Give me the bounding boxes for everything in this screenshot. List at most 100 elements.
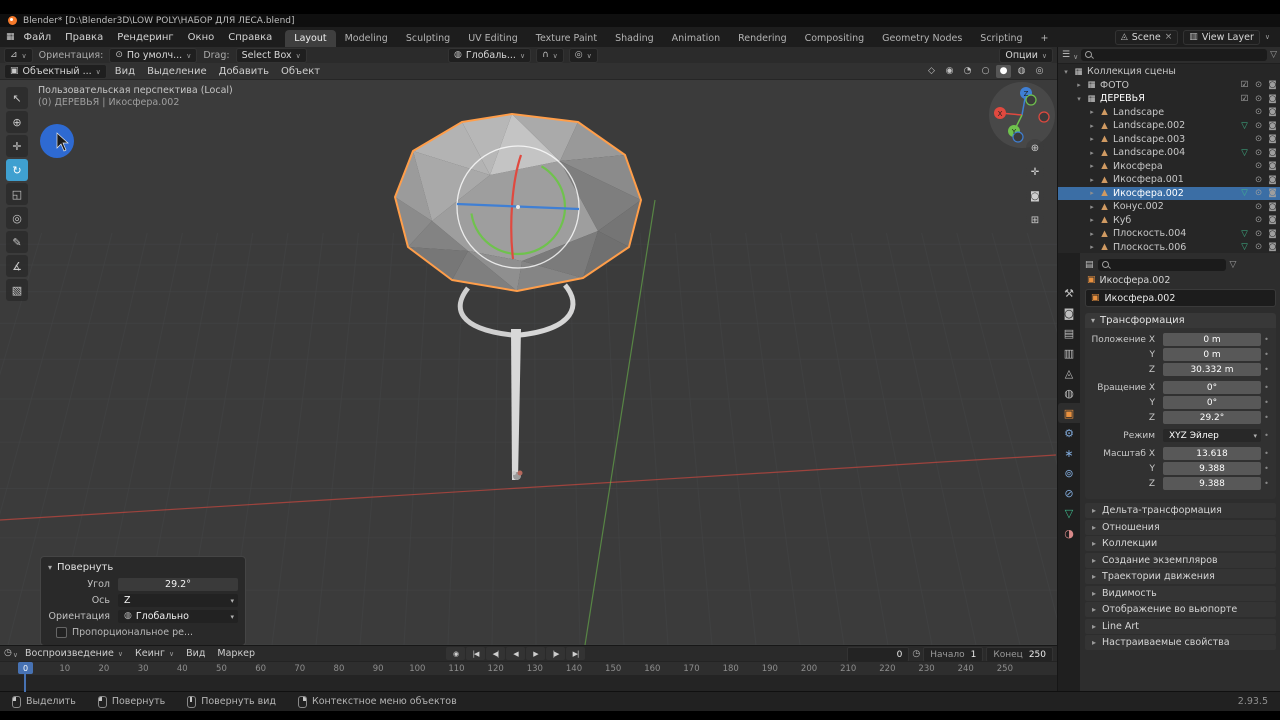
close-icon[interactable]: × — [1165, 32, 1173, 42]
timeline-track[interactable] — [0, 675, 1057, 692]
hide-viewport-toggle[interactable]: ⊙ — [1253, 242, 1264, 252]
panel-section-header[interactable]: Видимость — [1085, 585, 1276, 601]
panel-section-header[interactable]: Настраиваемые свойства — [1085, 635, 1276, 650]
properties-tab[interactable]: ⊚ — [1058, 463, 1080, 483]
checkbox[interactable] — [56, 627, 67, 638]
properties-tab[interactable]: ⚙ — [1058, 423, 1080, 443]
properties-tab[interactable]: ▥ — [1058, 343, 1080, 363]
viewport-header-button[interactable]: ● — [996, 64, 1011, 78]
clock-icon[interactable]: ◷ — [912, 650, 920, 659]
viewport-header-button[interactable]: ◎ — [1032, 65, 1047, 78]
value-field[interactable]: 9.388 — [1163, 462, 1261, 475]
viewport-header-button[interactable]: ○ — [978, 65, 993, 78]
hide-render-toggle[interactable]: ◙ — [1267, 175, 1278, 185]
panel-section-header[interactable]: Коллекции — [1085, 536, 1276, 551]
hide-render-toggle[interactable]: ◙ — [1267, 134, 1278, 144]
properties-tab[interactable]: ⊘ — [1058, 483, 1080, 503]
value-field[interactable]: 0 m — [1163, 333, 1261, 346]
snap-toggle[interactable]: ∩ — [536, 47, 564, 63]
hide-render-toggle[interactable]: ◙ — [1267, 94, 1278, 104]
hide-render-toggle[interactable]: ◙ — [1267, 148, 1278, 158]
workspace-tab[interactable]: Layout — [285, 30, 336, 47]
editor-properties-icon[interactable]: ▤ — [1085, 260, 1094, 270]
animate-decorator[interactable] — [1261, 413, 1272, 422]
value-field[interactable]: 30.332 m — [1163, 363, 1261, 376]
operator-field[interactable]: ◍ Глобально — [118, 609, 238, 623]
expand-icon[interactable]: ▸ — [1088, 203, 1096, 211]
playhead[interactable]: 0 — [18, 662, 33, 674]
hide-render-toggle[interactable]: ◙ — [1267, 121, 1278, 131]
viewport-menu[interactable]: Выделение — [141, 66, 213, 77]
animate-decorator[interactable] — [1261, 350, 1272, 359]
outliner-row[interactable]: ▸ ▲ Landscape ⊙ ◙ — [1058, 106, 1280, 120]
autokey-icon[interactable]: ◉ — [446, 647, 465, 660]
collection-checkbox[interactable]: ☑ — [1239, 80, 1250, 90]
hide-render-toggle[interactable]: ◙ — [1267, 80, 1278, 90]
hide-viewport-toggle[interactable]: ⊙ — [1253, 215, 1264, 225]
hide-render-toggle[interactable]: ◙ — [1267, 242, 1278, 252]
timeline-menu[interactable]: Кеинг — [129, 648, 180, 659]
panel-section-header[interactable]: Отношения — [1085, 519, 1276, 535]
properties-tab[interactable]: ◑ — [1058, 523, 1080, 543]
animate-decorator[interactable] — [1261, 365, 1272, 374]
hide-render-toggle[interactable]: ◙ — [1267, 107, 1278, 117]
properties-tab[interactable]: ▣ — [1058, 403, 1080, 423]
view-layer-selector[interactable]: ▥ View Layer — [1183, 29, 1260, 45]
tool-button[interactable]: ⊕ — [6, 111, 28, 133]
editor-outliner-icon[interactable]: ☰ — [1062, 50, 1070, 60]
viewport-menu[interactable]: Объект — [275, 66, 326, 77]
tool-button[interactable]: ✎ — [6, 231, 28, 253]
menubar-menu[interactable]: Правка — [58, 32, 110, 43]
tool-button[interactable]: ▧ — [6, 279, 28, 301]
properties-tab[interactable]: ∗ — [1058, 443, 1080, 463]
expand-icon[interactable]: ▸ — [1088, 122, 1096, 130]
current-frame-field[interactable]: 0 — [847, 647, 910, 662]
proportional-edit-toggle[interactable]: ◎ — [568, 47, 598, 63]
hide-viewport-toggle[interactable]: ⊙ — [1253, 80, 1264, 90]
outliner-row[interactable]: ▸ ▲ Конус.002 ⊙ ◙ — [1058, 200, 1280, 214]
hide-viewport-toggle[interactable]: ⊙ — [1253, 202, 1264, 212]
workspace-tab[interactable]: Modeling — [336, 30, 397, 47]
panel-section-header[interactable]: Отображение во вьюпорте — [1085, 602, 1276, 617]
mode-dropdown[interactable]: ▣ Объектный ... — [4, 63, 107, 79]
expand-icon[interactable]: ▸ — [1088, 230, 1096, 238]
frame-start-field[interactable]: Начало 1 — [923, 647, 984, 662]
scene-selector[interactable]: ◬ Scene × — [1114, 29, 1179, 45]
hide-render-toggle[interactable]: ◙ — [1267, 188, 1278, 198]
menubar-menu[interactable]: Файл — [17, 32, 59, 43]
play-rev-icon[interactable]: ◀ — [506, 647, 525, 660]
panel-section-header[interactable]: Траектории движения — [1085, 569, 1276, 584]
filter-dropdown-icon[interactable] — [1265, 33, 1270, 42]
hide-viewport-toggle[interactable]: ⊙ — [1253, 188, 1264, 198]
expand-icon[interactable]: ▾ — [1062, 68, 1070, 76]
properties-search-input[interactable] — [1097, 259, 1226, 271]
collection-checkbox[interactable]: ☑ — [1239, 94, 1250, 104]
properties-tab[interactable]: ◙ — [1058, 303, 1080, 323]
hide-render-toggle[interactable]: ◙ — [1267, 161, 1278, 171]
viewport-side-button[interactable]: ✛ — [1026, 163, 1044, 181]
animate-decorator[interactable] — [1261, 431, 1272, 440]
tool-button[interactable]: ↻ — [6, 159, 28, 181]
viewport-header-button[interactable]: ◔ — [960, 65, 975, 78]
outliner-row[interactable]: ▸ ▲ Плоскость.006 ▽ ⊙ ◙ — [1058, 241, 1280, 254]
timeline-ruler[interactable]: 0 10 20 30 40 50 60 70 80 90 100 110 120 130 140 150 160… — [0, 661, 1057, 676]
workspace-tab[interactable]: + — [1032, 30, 1058, 47]
operator-panel-header[interactable]: Повернуть — [48, 560, 238, 575]
animate-decorator[interactable] — [1261, 449, 1272, 458]
editor-type-button[interactable]: ⊿ — [4, 47, 33, 63]
outliner-row[interactable]: ▸ ▦ ФОТО ☑ ⊙ ◙ — [1058, 79, 1280, 93]
hide-viewport-toggle[interactable]: ⊙ — [1253, 94, 1264, 104]
menubar-menu[interactable]: Рендеринг — [110, 32, 180, 43]
play-icon[interactable]: ▶ — [526, 647, 545, 660]
transform-panel-header[interactable]: Трансформация — [1085, 313, 1276, 328]
value-field[interactable]: XYZ Эйлер — [1163, 429, 1261, 442]
filter-funnel-icon[interactable]: ▽ — [1270, 50, 1277, 60]
animate-decorator[interactable] — [1261, 464, 1272, 473]
panel-section-header[interactable]: Дельта-трансформация — [1085, 503, 1276, 518]
outliner-row[interactable]: ▸ ▲ Плоскость.004 ▽ ⊙ ◙ — [1058, 227, 1280, 241]
viewport-header-button[interactable]: ◍ — [1014, 65, 1029, 78]
expand-icon[interactable]: ▸ — [1088, 135, 1096, 143]
outliner-row[interactable]: ▸ ▲ Landscape.003 ⊙ ◙ — [1058, 133, 1280, 147]
viewport-3d[interactable]: ▣ Объектный ... ВидВыделениеДобавитьОбъе… — [0, 63, 1057, 645]
workspace-tab[interactable]: Animation — [663, 30, 729, 47]
